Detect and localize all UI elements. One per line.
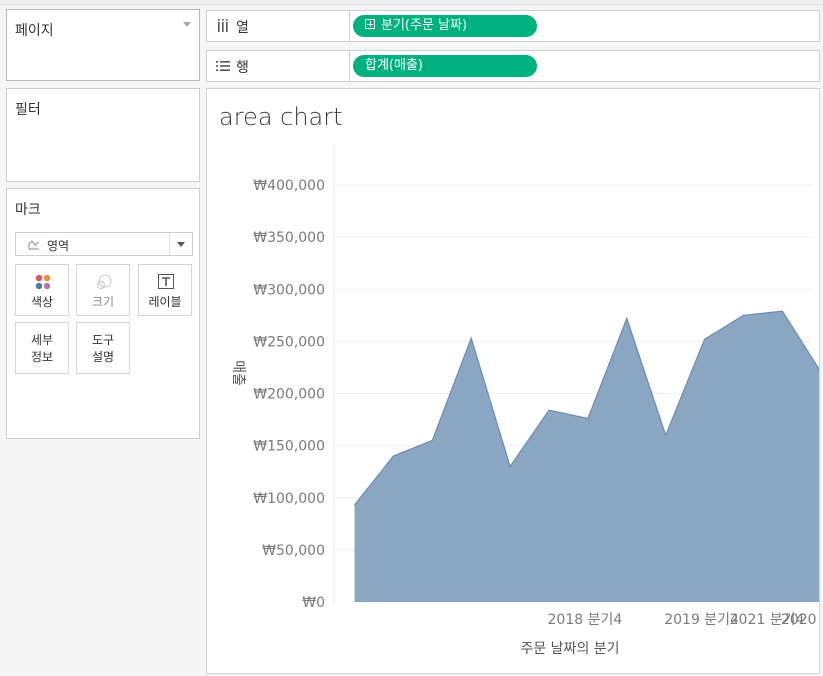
y-tick-label: ₩400,000	[253, 178, 325, 194]
detail-label: 세부 정보	[30, 333, 54, 364]
mark-type-select[interactable]: 영역	[15, 232, 193, 256]
pages-card-title: 페이지	[15, 23, 54, 39]
detail-button[interactable]: 세부 정보	[15, 322, 69, 374]
filters-card[interactable]: 필터	[6, 88, 200, 182]
color-icon	[35, 274, 51, 290]
size-icon	[97, 274, 112, 289]
columns-shelf-label: 열	[236, 20, 249, 36]
y-tick-label: ₩250,000	[253, 334, 325, 350]
y-axis-title: 매출	[230, 360, 246, 386]
pages-card[interactable]: 페이지	[6, 9, 200, 81]
top-strip	[0, 0, 823, 5]
select-divider	[169, 233, 170, 255]
shelf-divider	[349, 51, 350, 81]
marks-card: 마크 영역 색상 크기 레이블 세부 정보 도구 설명	[6, 188, 200, 439]
area-series	[354, 311, 819, 602]
text-label-icon	[158, 274, 174, 289]
columns-icon	[218, 19, 228, 32]
y-tick-label: ₩300,000	[253, 282, 325, 298]
y-tick-label: ₩350,000	[253, 230, 325, 246]
rows-pill-label: 합계(매출)	[365, 58, 423, 73]
columns-pill-label: 분기(주문 날짜)	[381, 18, 468, 33]
shelf-divider	[349, 11, 350, 41]
label-button[interactable]: 레이블	[138, 264, 192, 316]
size-label: 크기	[91, 295, 115, 309]
color-button[interactable]: 색상	[15, 264, 69, 316]
y-tick-label: ₩200,000	[253, 387, 325, 403]
x-axis-title: 주문 날짜의 분기	[520, 641, 619, 657]
x-tick-label: 2019 분기4	[664, 612, 739, 628]
y-tick-label: ₩100,000	[253, 491, 325, 507]
columns-pill[interactable]: 분기(주문 날짜)	[353, 15, 537, 37]
area-mark-icon	[28, 240, 40, 250]
x-tick-label: 2021 분기4	[730, 612, 805, 628]
y-tick-label: ₩50,000	[262, 543, 325, 559]
mark-type-label: 영역	[47, 239, 70, 253]
rows-pill[interactable]: 합계(매출)	[353, 55, 537, 77]
color-label: 색상	[30, 295, 54, 309]
tooltip-label: 도구 설명	[91, 333, 115, 364]
y-tick-label: ₩150,000	[253, 439, 325, 455]
expand-icon[interactable]	[365, 19, 375, 29]
size-button[interactable]: 크기	[76, 264, 130, 316]
area-chart[interactable]: ₩400,000 ₩350,000 ₩300,000 ₩250,000 ₩200,000…	[207, 89, 819, 673]
rows-icon	[216, 61, 230, 71]
y-tick-label: ₩0	[302, 595, 325, 611]
columns-shelf[interactable]: 열 분기(주문 날짜)	[206, 10, 820, 42]
pages-dropdown-icon[interactable]	[183, 22, 191, 27]
rows-shelf-label: 행	[236, 60, 249, 76]
rows-shelf[interactable]: 행 합계(매출)	[206, 50, 820, 82]
label-label: 레이블	[148, 295, 182, 309]
viz-area: area chart ₩400,000 ₩350,000 ₩300,000 ₩250,…	[206, 88, 820, 674]
filters-card-title: 필터	[15, 102, 41, 118]
marks-card-title: 마크	[15, 202, 41, 218]
chevron-down-icon[interactable]	[177, 242, 185, 247]
tooltip-button[interactable]: 도구 설명	[76, 322, 130, 374]
x-tick-label: 2018 분기4	[548, 612, 623, 628]
